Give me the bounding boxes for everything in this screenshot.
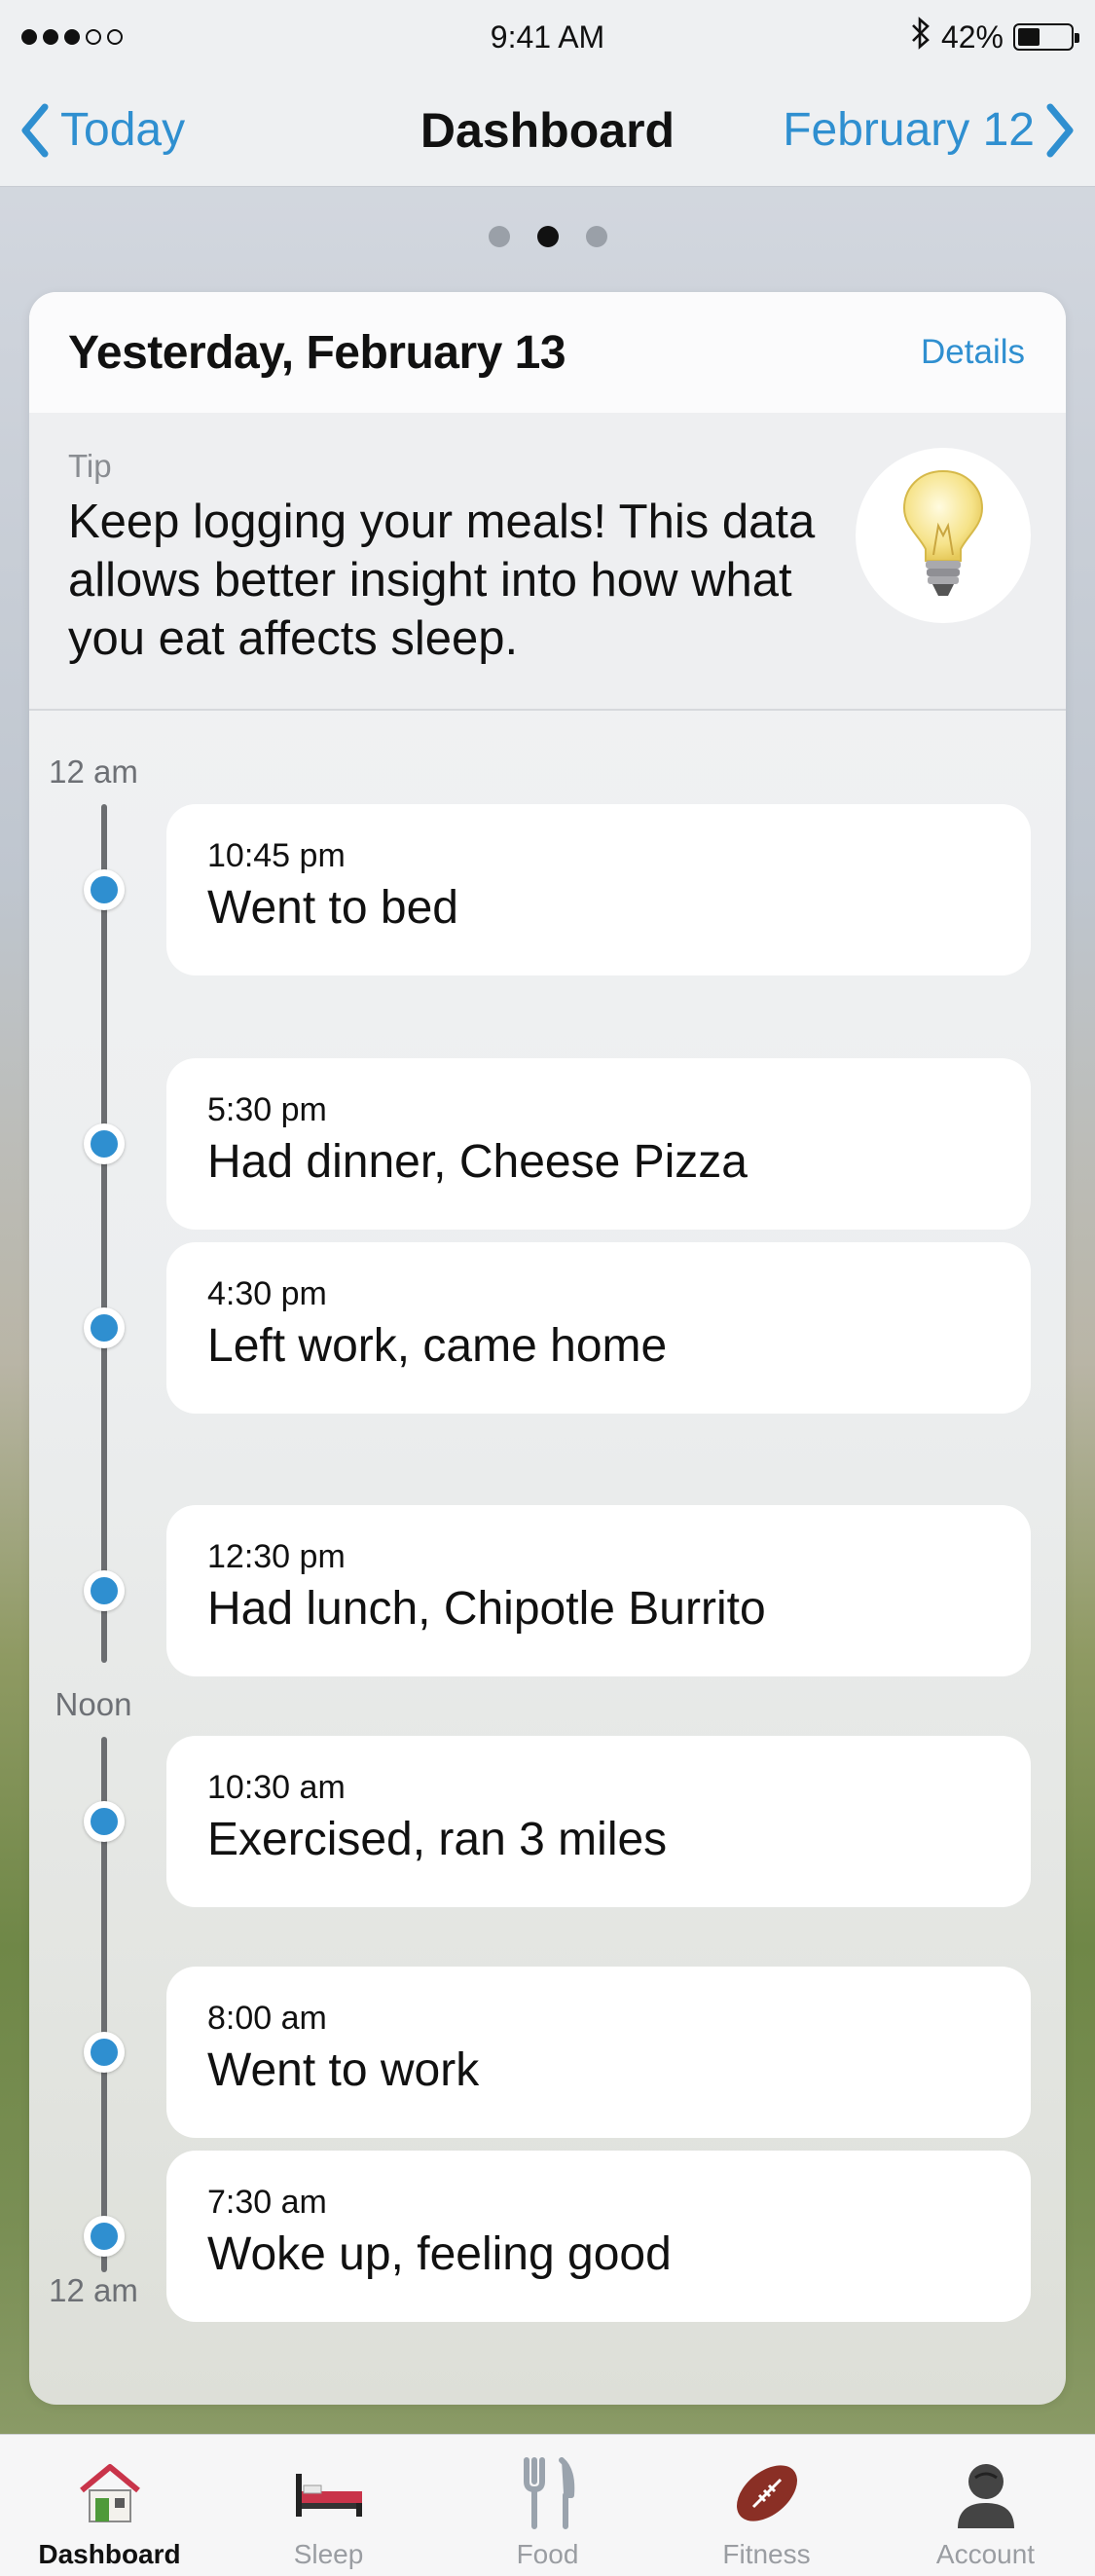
event-description: Went to work xyxy=(207,2044,480,2096)
back-button[interactable]: Today xyxy=(19,103,185,158)
timeline-event[interactable]: 5:30 pm Had dinner, Cheese Pizza xyxy=(166,1058,1031,1230)
card-title: Yesterday, February 13 xyxy=(68,326,566,379)
event-description: Went to bed xyxy=(207,882,458,934)
navigation-bar: Today Dashboard February 12 xyxy=(0,74,1095,187)
timeline: 12 am Noon 12 am 10:45 pm Went to bed 5:… xyxy=(29,711,1066,2405)
timeline-end-label: 12 am xyxy=(49,2272,138,2308)
status-bar: 9:41 AM 42% xyxy=(0,0,1095,74)
event-time: 10:45 pm xyxy=(207,837,346,874)
event-time: 8:00 am xyxy=(207,2000,327,2037)
tab-label: Dashboard xyxy=(38,2539,181,2569)
event-description: Had dinner, Cheese Pizza xyxy=(207,1136,748,1188)
tab-label: Fitness xyxy=(722,2539,811,2569)
timeline-noon-label: Noon xyxy=(55,1686,132,1722)
event-time: 7:30 am xyxy=(207,2184,327,2221)
timeline-event[interactable]: 7:30 am Woke up, feeling good xyxy=(166,2151,1031,2322)
event-description: Exercised, ran 3 miles xyxy=(207,1814,668,1865)
chevron-left-icon xyxy=(21,103,49,157)
timeline-start-label: 12 am xyxy=(49,754,138,790)
battery-icon xyxy=(1013,23,1079,51)
tip-text: Keep logging your meals! This data allow… xyxy=(68,496,816,665)
timeline-dot xyxy=(84,2032,125,2073)
timeline-dot xyxy=(84,869,125,910)
house-icon xyxy=(76,2451,144,2535)
tab-sleep[interactable]: Sleep xyxy=(219,2435,438,2576)
details-link[interactable]: Details xyxy=(921,333,1025,372)
timeline-event[interactable]: 4:30 pm Left work, came home xyxy=(166,1242,1031,1414)
timeline-dot xyxy=(84,1307,125,1348)
timeline-event[interactable]: 10:30 am Exercised, ran 3 miles xyxy=(166,1736,1031,1907)
timeline-event[interactable]: 12:30 pm Had lunch, Chipotle Burrito xyxy=(166,1505,1031,1676)
forward-button[interactable]: February 12 xyxy=(783,103,1076,158)
timeline-event[interactable]: 8:00 am Went to work xyxy=(166,1967,1031,2138)
event-description: Woke up, feeling good xyxy=(207,2228,672,2280)
tab-bar: Dashboard Sleep Food Fitness Account xyxy=(0,2434,1095,2576)
tab-food[interactable]: Food xyxy=(438,2435,657,2576)
tab-account[interactable]: Account xyxy=(876,2435,1095,2576)
back-button-label: Today xyxy=(60,104,186,156)
timeline-dot xyxy=(84,1123,125,1164)
event-description: Had lunch, Chipotle Burrito xyxy=(207,1583,766,1635)
event-time: 4:30 pm xyxy=(207,1275,327,1312)
bed-icon xyxy=(292,2451,366,2535)
lightbulb-icon xyxy=(856,448,1031,623)
status-time: 9:41 AM xyxy=(490,18,605,55)
timeline-dot xyxy=(84,1801,125,1842)
card-header: Yesterday, February 13 Details xyxy=(29,292,1066,413)
timeline-dot xyxy=(84,1570,125,1611)
day-card: Yesterday, February 13 Details Tip Keep … xyxy=(29,292,1066,2405)
football-icon xyxy=(728,2451,806,2535)
event-time: 12:30 pm xyxy=(207,1538,346,1575)
page-dot[interactable] xyxy=(536,226,559,247)
fork-knife-icon xyxy=(519,2451,577,2535)
person-icon xyxy=(952,2451,1020,2535)
page-dot[interactable] xyxy=(488,226,510,247)
event-time: 5:30 pm xyxy=(207,1091,327,1128)
event-description: Left work, came home xyxy=(207,1320,668,1372)
timeline-line xyxy=(101,804,107,1663)
tab-label: Food xyxy=(516,2539,579,2569)
timeline-event[interactable]: 10:45 pm Went to bed xyxy=(166,804,1031,975)
tip-panel: Tip Keep logging your meals! This data a… xyxy=(29,413,1066,711)
event-time: 10:30 am xyxy=(207,1769,346,1806)
page-indicator[interactable] xyxy=(0,226,1095,247)
page-dot[interactable] xyxy=(585,226,607,247)
tab-dashboard[interactable]: Dashboard xyxy=(0,2435,219,2576)
timeline-dot xyxy=(84,2216,125,2257)
tab-label: Account xyxy=(935,2539,1036,2569)
tab-label: Sleep xyxy=(293,2539,364,2569)
chevron-right-icon xyxy=(1046,103,1074,157)
forward-button-label: February 12 xyxy=(783,104,1035,156)
tab-fitness[interactable]: Fitness xyxy=(657,2435,876,2576)
